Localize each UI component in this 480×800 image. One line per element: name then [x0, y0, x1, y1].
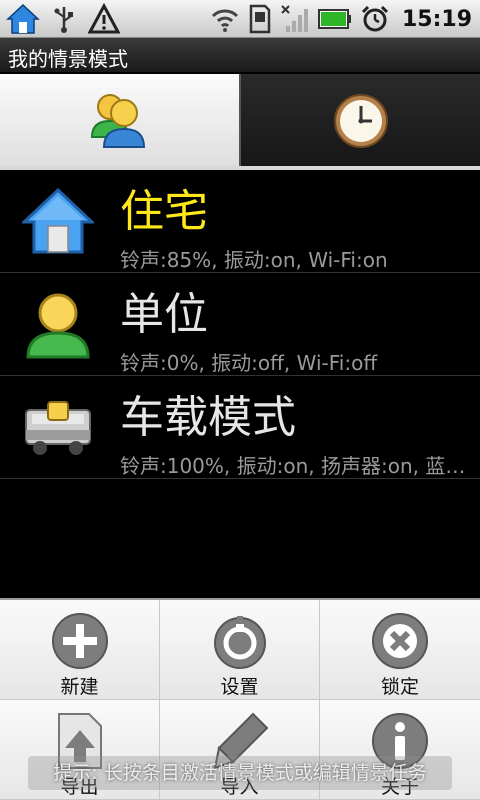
profile-name: 单位 [120, 289, 208, 340]
profile-name: 住宅 [120, 186, 208, 237]
car-icon [25, 401, 91, 455]
wifi-icon [211, 9, 239, 32]
status-time: 15:19 [401, 6, 472, 32]
menu-label: 新建 [60, 676, 99, 698]
warning-icon [88, 3, 120, 34]
list-item-car[interactable]: 车载模式 铃声:100%, 振动:on, 扬声器:on, 蓝牙:on [0, 376, 480, 479]
menu-settings-button[interactable]: 设置 [160, 600, 320, 700]
list-item-work[interactable]: 单位 铃声:0%, 振动:off, Wi-Fi:off [0, 273, 480, 376]
tab-bar [0, 74, 480, 168]
page-title: 我的情景模式 [8, 47, 128, 71]
home-icon [6, 3, 40, 34]
battery-icon [317, 9, 351, 29]
alarm-icon [361, 5, 389, 32]
tab-schedule[interactable] [239, 74, 480, 168]
lock-icon [372, 613, 428, 669]
menu-new-button[interactable]: 新建 [0, 600, 160, 700]
usb-icon [54, 7, 73, 33]
settings-icon [213, 616, 266, 669]
home-icon [22, 187, 94, 254]
profile-details: 铃声:0%, 振动:off, Wi-Fi:off [120, 351, 378, 375]
status-bar: 15:19 [0, 0, 480, 38]
profile-name: 车载模式 [120, 392, 296, 443]
profile-details: 铃声:100%, 振动:on, 扬声器:on, 蓝牙:on [120, 454, 480, 478]
sd-card-icon [249, 4, 271, 34]
plus-icon [51, 613, 108, 669]
menu-label: 设置 [220, 676, 259, 698]
clock-icon [333, 94, 388, 148]
profiles-icon [90, 94, 145, 148]
no-signal-icon [281, 5, 308, 32]
hint-toast: 提示: 长按条目激活情景模式或编辑情景任务 [28, 756, 452, 790]
tab-profiles[interactable] [0, 74, 239, 168]
profile-details: 铃声:85%, 振动:on, Wi-Fi:on [120, 248, 388, 272]
person-icon [26, 293, 90, 359]
list-item-home[interactable]: 住宅 铃声:85%, 振动:on, Wi-Fi:on [0, 170, 480, 273]
profile-list: 住宅 铃声:85%, 振动:on, Wi-Fi:on 单位 铃声:0%, 振动:… [0, 170, 480, 479]
menu-label: 锁定 [380, 676, 419, 698]
menu-lock-button[interactable]: 锁定 [320, 600, 480, 700]
title-bar: 我的情景模式 [0, 38, 480, 74]
